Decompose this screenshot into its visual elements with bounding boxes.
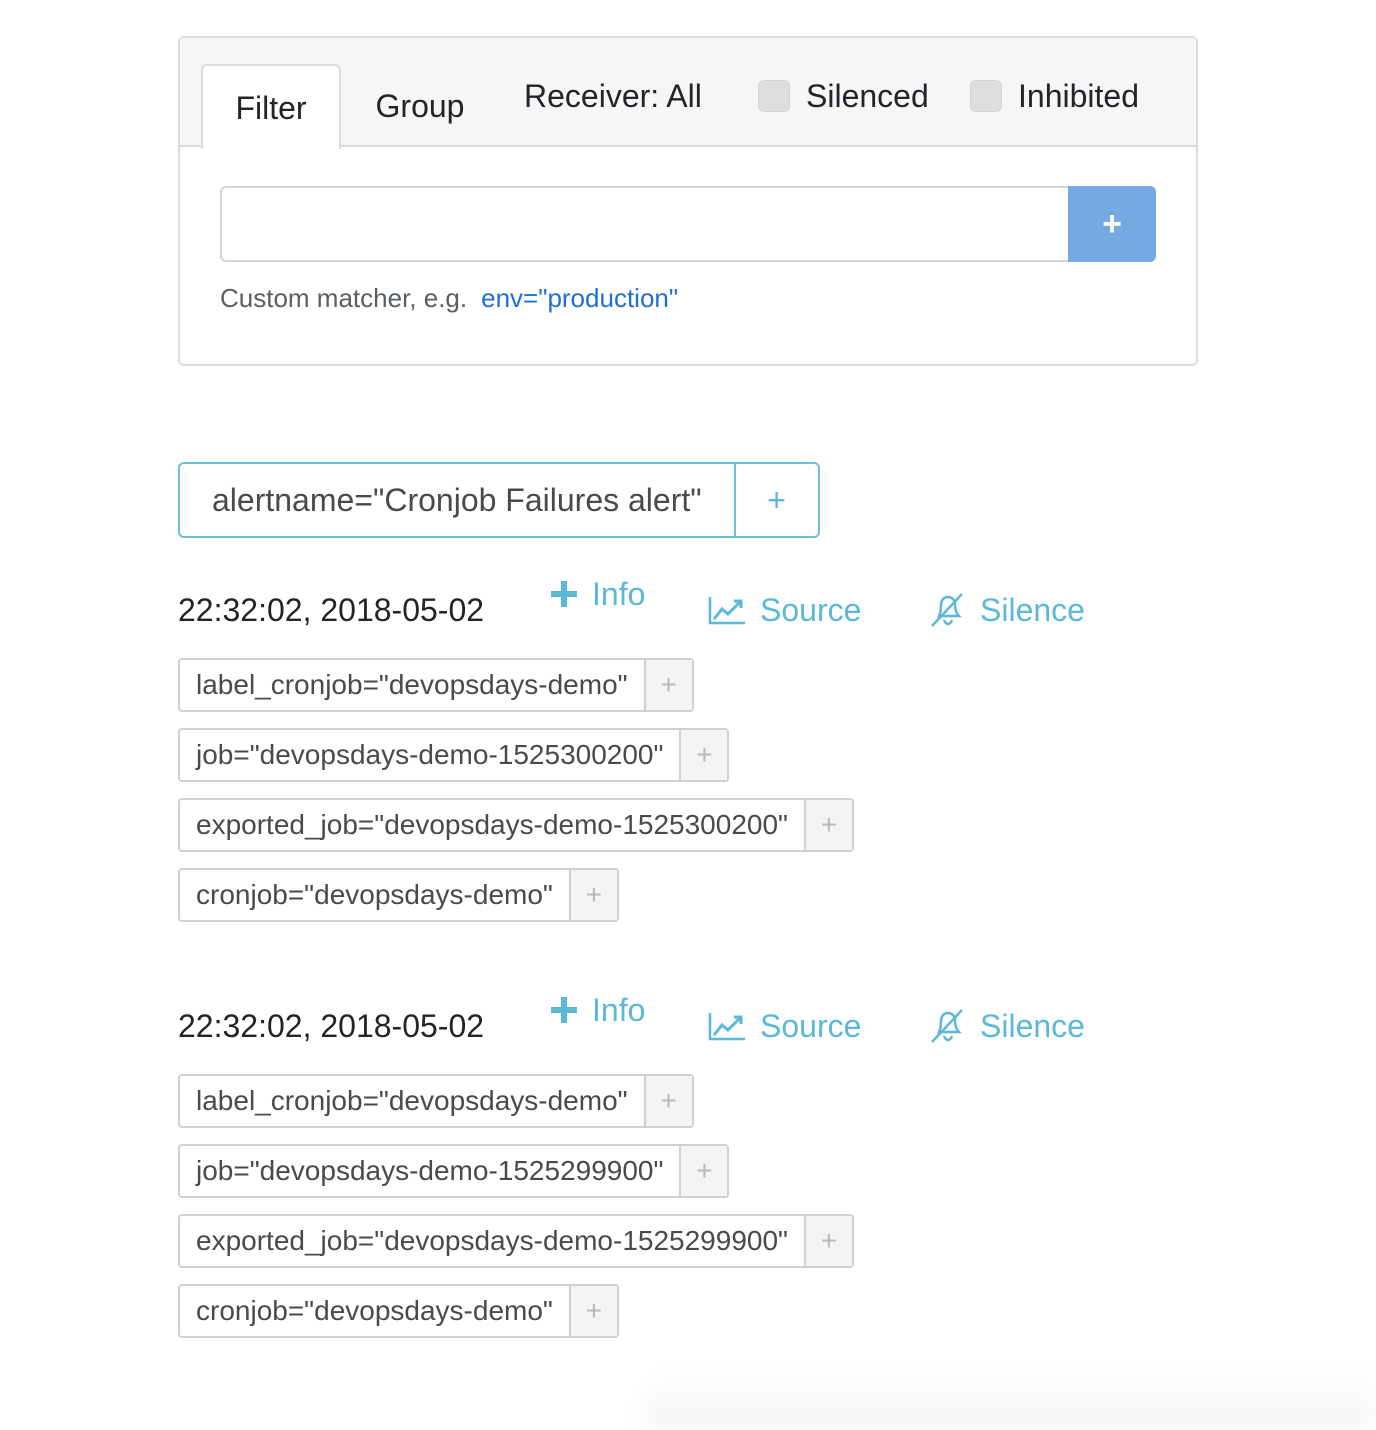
alert-time: 22:32:02, 2018-05-02	[178, 1008, 485, 1044]
silence-link[interactable]: Silence	[928, 590, 1085, 630]
line-chart-icon	[708, 1013, 745, 1041]
add-matcher-button[interactable]: +	[1068, 186, 1156, 262]
label-chip: label_cronjob="devopsdays-demo" +	[178, 658, 694, 712]
matcher-hint-example[interactable]: env="production"	[481, 283, 678, 313]
plus-icon	[551, 997, 577, 1023]
bell-slash-icon	[931, 1009, 963, 1043]
label-text: job="devopsdays-demo-1525299900"	[196, 1155, 664, 1186]
plus-icon	[551, 581, 577, 607]
group-label-text: alertname="Cronjob Failures alert"	[212, 482, 702, 518]
silence-link[interactable]: Silence	[928, 1006, 1085, 1046]
info-label: Info	[592, 992, 646, 1028]
label-text: exported_job="devopsdays-demo-1525300200…	[196, 809, 788, 840]
alert-time: 22:32:02, 2018-05-02	[178, 592, 485, 628]
label-chip: job="devopsdays-demo-1525299900" +	[178, 1144, 730, 1198]
source-label: Source	[760, 592, 862, 628]
silenced-toggle[interactable]: Silenced	[758, 78, 929, 114]
alert-item: 22:32:02, 2018-05-02 Info Source Silence…	[178, 992, 1178, 1338]
inhibited-toggle[interactable]: Inhibited	[970, 78, 1139, 114]
label-add-button[interactable]: +	[803, 1216, 852, 1266]
label-chip: exported_job="devopsdays-demo-1525300200…	[178, 798, 854, 852]
alert-header: 22:32:02, 2018-05-02 Info Source Silence	[178, 576, 1178, 640]
source-link[interactable]: Source	[708, 590, 861, 630]
label-add-button[interactable]: +	[679, 1146, 728, 1196]
label-add-button[interactable]: +	[803, 800, 852, 850]
silenced-label: Silenced	[806, 78, 929, 114]
label-chip: cronjob="devopsdays-demo" +	[178, 1284, 619, 1338]
matcher-hint: Custom matcher, e.g. env="production"	[220, 282, 678, 314]
tab-filter[interactable]: Filter	[201, 64, 341, 149]
label-text: cronjob="devopsdays-demo"	[196, 879, 553, 910]
group-add-button[interactable]: +	[733, 464, 818, 536]
bottom-shadow	[640, 1360, 1376, 1430]
silence-label: Silence	[980, 1008, 1085, 1044]
matcher-hint-text: Custom matcher, e.g.	[220, 283, 468, 313]
label-add-button[interactable]: +	[568, 1286, 617, 1336]
label-chip: cronjob="devopsdays-demo" +	[178, 868, 619, 922]
label-text: label_cronjob="devopsdays-demo"	[196, 669, 628, 700]
alert-item: 22:32:02, 2018-05-02 Info Source Silence…	[178, 576, 1178, 922]
label-chip: label_cronjob="devopsdays-demo" +	[178, 1074, 694, 1128]
custom-matcher-input[interactable]	[220, 186, 1070, 262]
group-label-chip: alertname="Cronjob Failures alert" +	[178, 462, 820, 538]
receiver-dropdown[interactable]: Receiver: All	[524, 78, 702, 114]
source-label: Source	[760, 1008, 862, 1044]
inhibited-checkbox[interactable]	[970, 80, 1002, 112]
bell-slash-icon	[931, 593, 963, 627]
label-text: cronjob="devopsdays-demo"	[196, 1295, 553, 1326]
label-text: exported_job="devopsdays-demo-1525299900…	[196, 1225, 788, 1256]
alert-header: 22:32:02, 2018-05-02 Info Source Silence	[178, 992, 1178, 1056]
inhibited-label: Inhibited	[1018, 78, 1139, 114]
label-add-button[interactable]: +	[568, 870, 617, 920]
page: Filter Group Receiver: All Silenced Inhi…	[0, 0, 1376, 1430]
label-add-button[interactable]: +	[643, 1076, 692, 1126]
label-add-button[interactable]: +	[679, 730, 728, 780]
info-label: Info	[592, 576, 646, 612]
tab-group[interactable]: Group	[358, 64, 482, 149]
source-link[interactable]: Source	[708, 1006, 861, 1046]
filter-card-header: Filter Group Receiver: All Silenced Inhi…	[180, 38, 1196, 149]
silenced-checkbox[interactable]	[758, 80, 790, 112]
line-chart-icon	[708, 597, 745, 625]
info-button[interactable]: Info	[550, 574, 645, 614]
label-chip: job="devopsdays-demo-1525300200" +	[178, 728, 730, 782]
info-button[interactable]: Info	[550, 990, 645, 1030]
label-text: label_cronjob="devopsdays-demo"	[196, 1085, 628, 1116]
silence-label: Silence	[980, 592, 1085, 628]
label-chip: exported_job="devopsdays-demo-1525299900…	[178, 1214, 854, 1268]
label-add-button[interactable]: +	[643, 660, 692, 710]
filter-card: Filter Group Receiver: All Silenced Inhi…	[178, 36, 1198, 366]
label-text: job="devopsdays-demo-1525300200"	[196, 739, 664, 770]
